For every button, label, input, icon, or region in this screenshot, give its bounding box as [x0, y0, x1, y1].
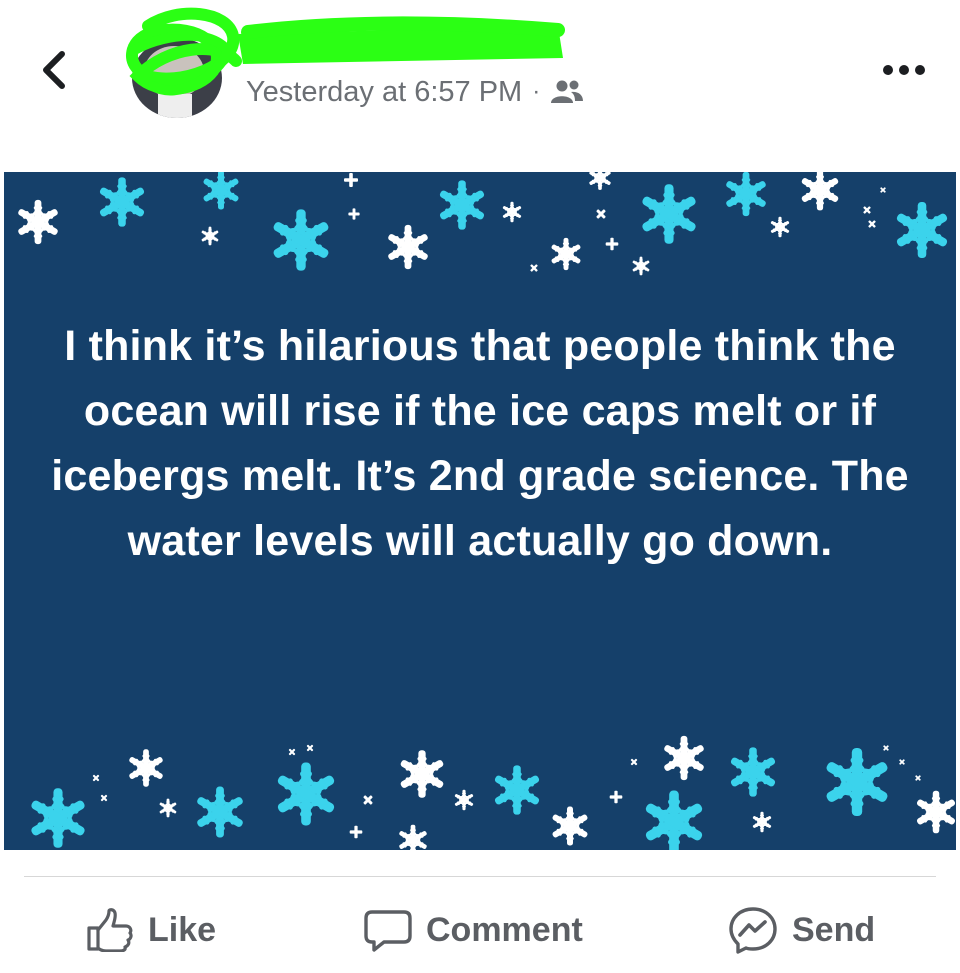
- post-meta: Yesterday at 6:57 PM ·: [246, 74, 584, 110]
- post-text: I think it’s hilarious that people think…: [51, 322, 909, 565]
- messenger-icon: [729, 907, 777, 954]
- like-label: Like: [148, 910, 217, 949]
- send-label: Send: [792, 910, 876, 949]
- timestamp[interactable]: Yesterday at 6:57 PM: [246, 76, 522, 109]
- comment-button[interactable]: Comment: [364, 906, 583, 954]
- more-options-button[interactable]: [876, 52, 936, 88]
- friends-icon[interactable]: [550, 79, 584, 105]
- comment-label: Comment: [426, 910, 583, 949]
- like-button[interactable]: Like: [86, 906, 216, 954]
- action-divider: [24, 876, 936, 877]
- thumbs-up-icon: [87, 908, 133, 952]
- chevron-left-icon: [43, 51, 65, 89]
- ellipsis-icon: [883, 65, 925, 75]
- post-background-card: I think it’s hilarious that people think…: [4, 172, 956, 850]
- back-button[interactable]: [34, 48, 78, 92]
- send-button[interactable]: Send: [728, 906, 875, 954]
- meta-separator: ·: [532, 78, 541, 105]
- comment-icon: [364, 910, 412, 952]
